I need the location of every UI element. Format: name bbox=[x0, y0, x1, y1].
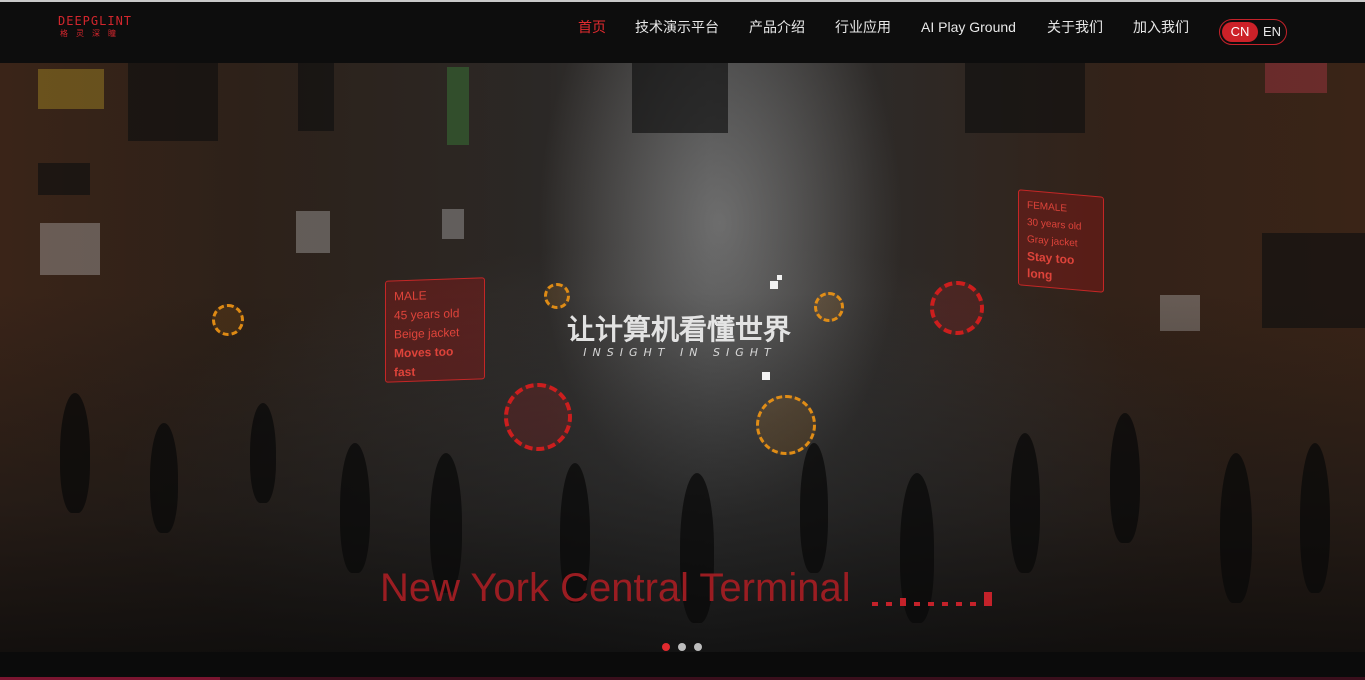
slide-caption: New York Central Terminal bbox=[380, 566, 851, 610]
navbar: DEEPGLINT 格灵深瞳 首页 技术演示平台 产品介绍 行业应用 AI Pl… bbox=[0, 2, 1365, 63]
crowd-figure bbox=[1110, 413, 1140, 543]
caption-bars bbox=[872, 590, 994, 606]
nav-item-ai-playground[interactable]: AI Play Ground bbox=[921, 17, 1016, 37]
background-sign bbox=[447, 67, 469, 145]
lang-cn-option[interactable]: CN bbox=[1222, 22, 1258, 42]
logo-subtitle: 格灵深瞳 bbox=[60, 29, 124, 38]
nav-item-about[interactable]: 关于我们 bbox=[1047, 17, 1103, 37]
crowd-figure bbox=[1300, 443, 1330, 593]
crowd-figure bbox=[250, 403, 276, 503]
hero-slogan: 让计算机看懂世界 bbox=[566, 313, 791, 346]
detection-ring bbox=[930, 281, 984, 335]
carousel-dot-3[interactable] bbox=[694, 643, 702, 651]
crowd-figure bbox=[1010, 433, 1040, 573]
caption-bar bbox=[872, 602, 878, 606]
decor-square bbox=[762, 372, 770, 380]
crowd-figure bbox=[340, 443, 370, 573]
background-window bbox=[632, 63, 728, 133]
caption-bar bbox=[984, 592, 992, 606]
detection-ring bbox=[544, 283, 570, 309]
caption-bar bbox=[970, 602, 976, 606]
tag-alert: Moves too fast bbox=[394, 344, 454, 380]
detection-ring bbox=[756, 395, 816, 455]
background-panel bbox=[296, 211, 330, 253]
logo[interactable]: DEEPGLINT 格灵深瞳 bbox=[58, 15, 150, 41]
background-window bbox=[128, 63, 218, 141]
background-window bbox=[38, 163, 90, 195]
caption-bar bbox=[928, 602, 934, 606]
caption-bar bbox=[886, 602, 892, 606]
background-panel bbox=[40, 223, 100, 275]
detection-ring bbox=[504, 383, 572, 451]
hero-banner: MALE 45 years old Beige jacket Moves too… bbox=[0, 63, 1365, 652]
crowd-figure bbox=[60, 393, 90, 513]
crowd-figure bbox=[800, 443, 828, 573]
crowd-figure bbox=[150, 423, 178, 533]
carousel-dots bbox=[662, 643, 704, 652]
detection-tag-female: FEMALE 30 years old Gray jacket Stay too… bbox=[1018, 189, 1104, 293]
nav-item-join[interactable]: 加入我们 bbox=[1133, 17, 1189, 37]
decor-square bbox=[777, 275, 782, 280]
background-panel bbox=[442, 209, 464, 239]
carousel-dot-2[interactable] bbox=[678, 643, 686, 651]
crowd-figure bbox=[1220, 453, 1252, 603]
hero-tagline: INSIGHT IN SIGHT bbox=[583, 346, 777, 359]
background-window bbox=[298, 63, 334, 131]
caption-bar bbox=[956, 602, 962, 606]
lang-en-option[interactable]: EN bbox=[1260, 22, 1284, 42]
caption-bar bbox=[942, 602, 948, 606]
tag-alert: Stay too long bbox=[1027, 249, 1075, 283]
decor-square bbox=[770, 281, 778, 289]
background-sign bbox=[38, 69, 104, 109]
language-toggle[interactable]: CN EN bbox=[1219, 19, 1287, 45]
logo-word: DEEPGLINT bbox=[58, 14, 133, 28]
background-window bbox=[965, 63, 1085, 133]
caption-bar bbox=[914, 602, 920, 606]
caption-bar bbox=[900, 598, 906, 606]
detection-ring bbox=[814, 292, 844, 322]
nav-item-home[interactable]: 首页 bbox=[578, 17, 606, 37]
detection-tag-male: MALE 45 years old Beige jacket Moves too… bbox=[385, 277, 485, 383]
nav-item-products[interactable]: 产品介绍 bbox=[749, 17, 805, 37]
bottom-strip bbox=[0, 652, 1365, 680]
carousel-dot-1[interactable] bbox=[662, 643, 670, 651]
detection-ring bbox=[212, 304, 244, 336]
nav-item-tech-demo[interactable]: 技术演示平台 bbox=[635, 17, 719, 37]
background-sign bbox=[1265, 63, 1327, 93]
nav-item-industry[interactable]: 行业应用 bbox=[835, 17, 891, 37]
